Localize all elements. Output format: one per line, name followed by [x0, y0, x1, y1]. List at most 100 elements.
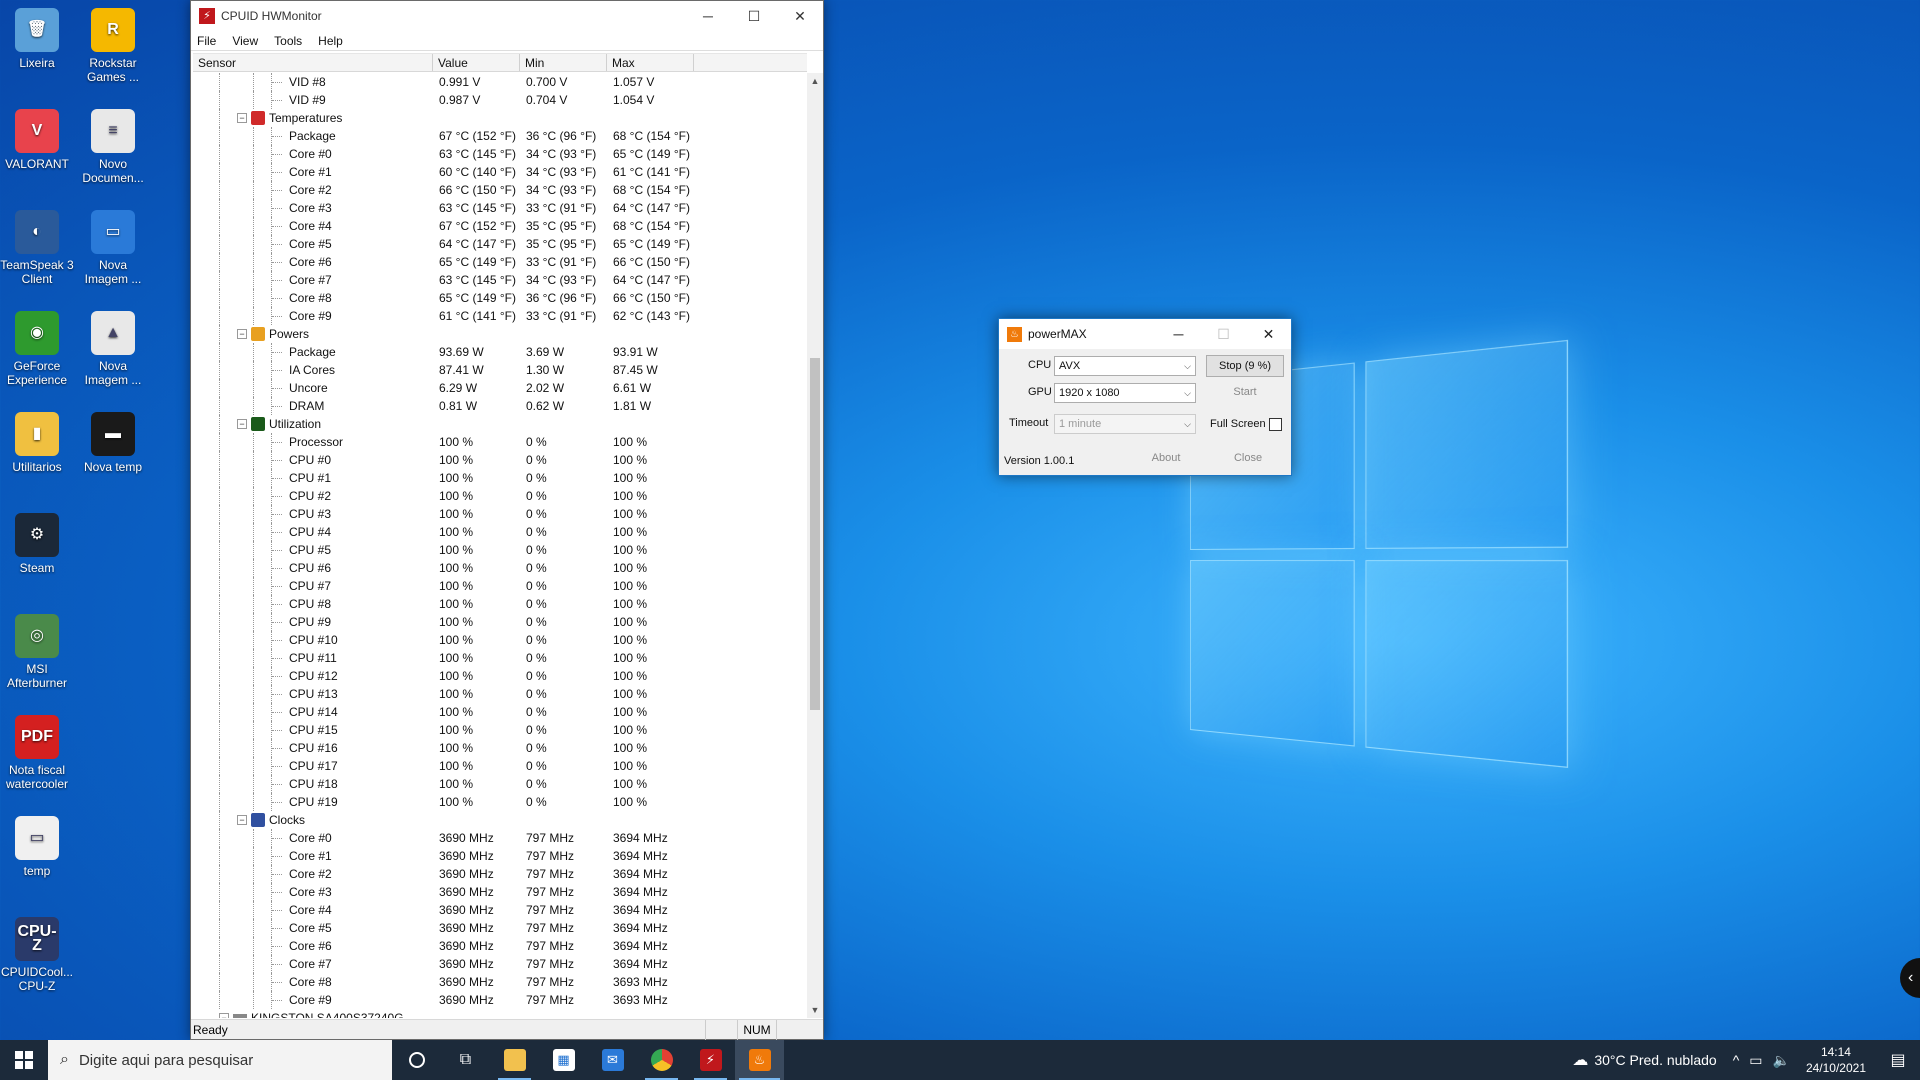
weather-text[interactable]: 30°C Pred. nublado	[1594, 1052, 1716, 1068]
cpu-select[interactable]: AVX ⌵	[1054, 356, 1196, 376]
column-max[interactable]: Max	[607, 54, 694, 71]
desktop-icon[interactable]: ⚙ Steam	[0, 513, 74, 575]
sensor-row[interactable]: Uncore 6.29 W 2.02 W 6.61 W	[193, 379, 805, 397]
taskbar-hwmonitor[interactable]: ⚡	[686, 1040, 735, 1080]
expand-icon[interactable]: −	[219, 1013, 229, 1018]
collapse-icon[interactable]: −	[237, 113, 247, 123]
sensor-row[interactable]: Core #0 3690 MHz 797 MHz 3694 MHz	[193, 829, 805, 847]
sensor-row[interactable]: Package 67 °C (152 °F) 36 °C (96 °F) 68 °C …	[193, 127, 805, 145]
sensor-row[interactable]: CPU #5 100 % 0 % 100 %	[193, 541, 805, 559]
collapse-icon[interactable]: −	[237, 815, 247, 825]
collapse-icon[interactable]: −	[237, 419, 247, 429]
scrollbar-thumb[interactable]	[810, 358, 820, 710]
sensor-row[interactable]: CPU #12 100 % 0 % 100 %	[193, 667, 805, 685]
sensor-row[interactable]: Core #9 61 °C (141 °F) 33 °C (91 °F) 62 °C …	[193, 307, 805, 325]
sensor-row[interactable]: CPU #16 100 % 0 % 100 %	[193, 739, 805, 757]
sensor-row[interactable]: Processor 100 % 0 % 100 %	[193, 433, 805, 451]
powermax-window[interactable]: ♨ powerMAX ─ ☐ ✕ CPU AVX ⌵ Stop (9 %) GP…	[998, 318, 1292, 476]
sensor-row[interactable]: CPU #4 100 % 0 % 100 %	[193, 523, 805, 541]
desktop-icon[interactable]: ▲ Nova Imagem ...	[76, 311, 150, 387]
sensor-row[interactable]: CPU #17 100 % 0 % 100 %	[193, 757, 805, 775]
start-button[interactable]: Start	[1206, 382, 1284, 404]
sensor-row[interactable]: Core #4 67 °C (152 °F) 35 °C (95 °F) 68 °C …	[193, 217, 805, 235]
close-dialog-button[interactable]: Close	[1209, 448, 1287, 470]
sensor-row[interactable]: Core #6 65 °C (149 °F) 33 °C (91 °F) 66 °C …	[193, 253, 805, 271]
column-sensor[interactable]: Sensor	[193, 54, 433, 71]
sensor-row[interactable]: Core #2 66 °C (150 °F) 34 °C (93 °F) 68 °C …	[193, 181, 805, 199]
desktop-icon[interactable]: PDF Nota fiscal watercooler	[0, 715, 74, 791]
sensor-row[interactable]: Core #1 60 °C (140 °F) 34 °C (93 °F) 61 °C …	[193, 163, 805, 181]
notification-icon[interactable]: ▤	[1876, 1050, 1920, 1070]
sensor-row[interactable]: IA Cores 87.41 W 1.30 W 87.45 W	[193, 361, 805, 379]
sensor-row[interactable]: DRAM 0.81 W 0.62 W 1.81 W	[193, 397, 805, 415]
sensor-row[interactable]: Core #5 64 °C (147 °F) 35 °C (95 °F) 65 °C …	[193, 235, 805, 253]
taskbar-store[interactable]: ▦	[539, 1040, 588, 1080]
sensor-row[interactable]: Core #8 3690 MHz 797 MHz 3693 MHz	[193, 973, 805, 991]
sensor-group-row[interactable]: − Utilization	[193, 415, 805, 433]
chevron-up-icon[interactable]: ^	[1733, 1052, 1740, 1068]
sensor-group-row[interactable]: − Temperatures	[193, 109, 805, 127]
sensor-row[interactable]: Core #5 3690 MHz 797 MHz 3694 MHz	[193, 919, 805, 937]
menu-help[interactable]: Help	[318, 34, 343, 48]
desktop-icon[interactable]: ◉ GeForce Experience	[0, 311, 74, 387]
sensor-row[interactable]: CPU #9 100 % 0 % 100 %	[193, 613, 805, 631]
taskbar-file-explorer[interactable]	[490, 1040, 539, 1080]
start-button[interactable]	[0, 1040, 48, 1080]
sensor-row[interactable]: Core #7 63 °C (145 °F) 34 °C (93 °F) 64 °C …	[193, 271, 805, 289]
gpu-select[interactable]: 1920 x 1080 ⌵	[1054, 383, 1196, 403]
sensor-row[interactable]: Core #3 3690 MHz 797 MHz 3694 MHz	[193, 883, 805, 901]
desktop-icon[interactable]: ▮ Utilitarios	[0, 412, 74, 474]
sensor-row[interactable]: CPU #18 100 % 0 % 100 %	[193, 775, 805, 793]
desktop-icon[interactable]: ▭ temp	[0, 816, 74, 878]
menu-view[interactable]: View	[232, 34, 258, 48]
hwmonitor-titlebar[interactable]: ⚡ CPUID HWMonitor ─ ☐ ✕	[191, 1, 823, 31]
close-button[interactable]: ✕	[777, 1, 823, 31]
powermax-titlebar[interactable]: ♨ powerMAX ─ ☐ ✕	[999, 319, 1291, 349]
sensor-row[interactable]: CPU #10 100 % 0 % 100 %	[193, 631, 805, 649]
sensor-group-row[interactable]: − Clocks	[193, 811, 805, 829]
desktop-icon[interactable]: ◐ TeamSpeak 3 Client	[0, 210, 74, 286]
sensor-row[interactable]: CPU #0 100 % 0 % 100 %	[193, 451, 805, 469]
taskbar-chrome[interactable]	[637, 1040, 686, 1080]
desktop-icon[interactable]: CPU-Z CPUIDCool... CPU-Z	[0, 917, 74, 993]
menu-file[interactable]: File	[197, 34, 216, 48]
desktop-icon[interactable]: ▬ Nova temp	[76, 412, 150, 474]
taskbar-mail[interactable]: ✉	[588, 1040, 637, 1080]
network-icon[interactable]: ▭	[1749, 1052, 1762, 1069]
sensor-group-row[interactable]: − Powers	[193, 325, 805, 343]
cortana-button[interactable]	[392, 1040, 441, 1080]
task-view-button[interactable]: ⧉	[441, 1040, 490, 1080]
sensor-row[interactable]: CPU #1 100 % 0 % 100 %	[193, 469, 805, 487]
desktop-icon[interactable]: 🗑 Lixeira	[0, 8, 74, 70]
vertical-scrollbar[interactable]: ▲ ▼	[807, 73, 823, 1018]
desktop-icon[interactable]: ▭ Nova Imagem ...	[76, 210, 150, 286]
minimize-button[interactable]: ─	[1156, 319, 1201, 349]
sensor-row[interactable]: Core #3 63 °C (145 °F) 33 °C (91 °F) 64 °C …	[193, 199, 805, 217]
sensor-row[interactable]: Package 93.69 W 3.69 W 93.91 W	[193, 343, 805, 361]
clock[interactable]: 14:14 24/10/2021	[1796, 1044, 1876, 1076]
sensor-row[interactable]: Core #8 65 °C (149 °F) 36 °C (96 °F) 66 °C …	[193, 289, 805, 307]
sensor-row[interactable]: CPU #2 100 % 0 % 100 %	[193, 487, 805, 505]
sensor-row[interactable]: Core #1 3690 MHz 797 MHz 3694 MHz	[193, 847, 805, 865]
scroll-up-icon[interactable]: ▲	[807, 73, 823, 89]
weather-icon[interactable]: ☁	[1572, 1050, 1588, 1070]
sensor-row[interactable]: CPU #14 100 % 0 % 100 %	[193, 703, 805, 721]
volume-icon[interactable]: 🔈	[1773, 1052, 1790, 1069]
desktop-icon[interactable]: V VALORANT	[0, 109, 74, 171]
desktop-icon[interactable]: ◎ MSI Afterburner	[0, 614, 74, 690]
sensor-row[interactable]: CPU #11 100 % 0 % 100 %	[193, 649, 805, 667]
column-value[interactable]: Value	[433, 54, 520, 71]
sensor-row[interactable]: Core #6 3690 MHz 797 MHz 3694 MHz	[193, 937, 805, 955]
sensor-row[interactable]: Core #9 3690 MHz 797 MHz 3693 MHz	[193, 991, 805, 1009]
sensor-row[interactable]: CPU #8 100 % 0 % 100 %	[193, 595, 805, 613]
sensor-row[interactable]: CPU #6 100 % 0 % 100 %	[193, 559, 805, 577]
sensor-row[interactable]: VID #8 0.991 V 0.700 V 1.057 V	[193, 73, 805, 91]
sensor-row[interactable]: CPU #15 100 % 0 % 100 %	[193, 721, 805, 739]
sensor-row[interactable]: Core #0 63 °C (145 °F) 34 °C (93 °F) 65 °C …	[193, 145, 805, 163]
sensor-tree[interactable]: VID #8 0.991 V 0.700 V 1.057 V VID #9 0.987 V…	[193, 73, 805, 1018]
fullscreen-checkbox[interactable]	[1269, 418, 1282, 431]
side-panel-handle[interactable]: ‹	[1900, 958, 1920, 998]
sensor-row[interactable]: CPU #3 100 % 0 % 100 %	[193, 505, 805, 523]
sensor-row[interactable]: CPU #7 100 % 0 % 100 %	[193, 577, 805, 595]
stop-button[interactable]: Stop (9 %)	[1206, 355, 1284, 377]
